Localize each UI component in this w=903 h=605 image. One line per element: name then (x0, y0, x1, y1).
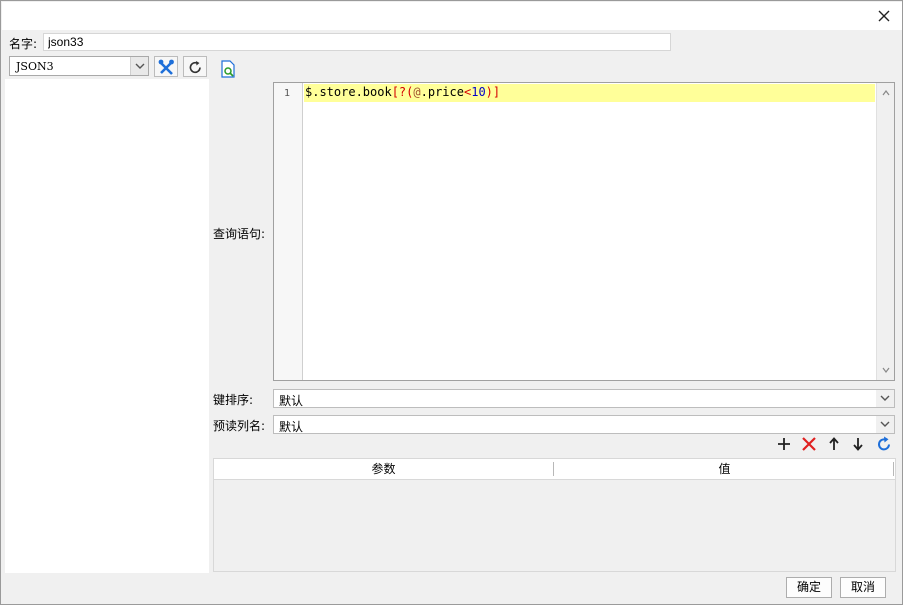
delete-icon (802, 437, 816, 451)
query-label: 查询语句: (213, 227, 266, 241)
code-at: @ (413, 85, 421, 99)
cancel-button[interactable]: 取消 (840, 577, 886, 598)
arrow-down-icon (853, 438, 863, 451)
chevron-down-icon[interactable] (130, 57, 148, 75)
sort-value: 默认 (279, 394, 304, 408)
column-header-value[interactable]: 值 (554, 459, 895, 479)
chevron-down-icon[interactable] (876, 390, 894, 407)
sort-label: 键排序: (213, 393, 254, 407)
line-number: 1 (283, 88, 290, 99)
document-search-icon (221, 60, 235, 78)
code-path: $.store.book (305, 85, 392, 99)
params-table-body[interactable] (214, 481, 895, 571)
scroll-up-icon[interactable] (881, 88, 891, 98)
name-input[interactable] (43, 33, 671, 51)
datasource-select[interactable]: JSON3 (9, 56, 149, 76)
chevron-down-icon[interactable] (876, 416, 894, 433)
title-bar (2, 2, 902, 30)
code-open-bracket: [?( (391, 85, 414, 99)
delete-param-button[interactable] (801, 436, 817, 452)
preread-select[interactable]: 默认 (273, 415, 895, 434)
edit-datasource-button[interactable] (154, 56, 178, 77)
dataset-dialog: 名字: JSON3 查询语句: 1 $.s (0, 0, 903, 605)
code-number: 10 (471, 85, 486, 99)
editor-scrollbar[interactable] (876, 83, 894, 380)
column-header-param[interactable]: 参数 (214, 459, 553, 479)
refresh-button[interactable] (183, 56, 207, 77)
refresh-params-button[interactable] (876, 436, 892, 452)
preread-label: 预读列名: (213, 419, 266, 433)
line-gutter: 1 (274, 83, 303, 380)
ok-button[interactable]: 确定 (786, 577, 832, 598)
sort-select[interactable]: 默认 (273, 389, 895, 408)
plus-icon (778, 438, 790, 450)
tools-icon (158, 59, 174, 75)
code-close-bracket: )] (485, 85, 501, 99)
add-param-button[interactable] (776, 436, 792, 452)
params-table-header: 参数 值 (214, 459, 895, 480)
scroll-down-icon[interactable] (881, 365, 891, 375)
params-table[interactable]: 参数 值 (213, 458, 896, 572)
column-separator[interactable] (893, 462, 894, 476)
name-label: 名字: (9, 37, 38, 51)
datasource-value: JSON3 (16, 60, 54, 73)
close-icon[interactable] (876, 8, 892, 24)
query-code[interactable]: $.store.book[?(@.price<10)] (305, 85, 500, 100)
move-down-button[interactable] (850, 436, 866, 452)
refresh-icon (189, 61, 201, 74)
field-tree-panel[interactable] (5, 79, 209, 573)
code-field: .price (420, 85, 464, 99)
preread-value: 默认 (279, 420, 304, 434)
move-up-button[interactable] (826, 436, 842, 452)
refresh-icon (878, 436, 890, 451)
arrow-up-icon (829, 437, 839, 450)
query-editor[interactable]: 1 $.store.book[?(@.price<10)] (273, 82, 895, 381)
preview-button[interactable] (219, 60, 237, 78)
